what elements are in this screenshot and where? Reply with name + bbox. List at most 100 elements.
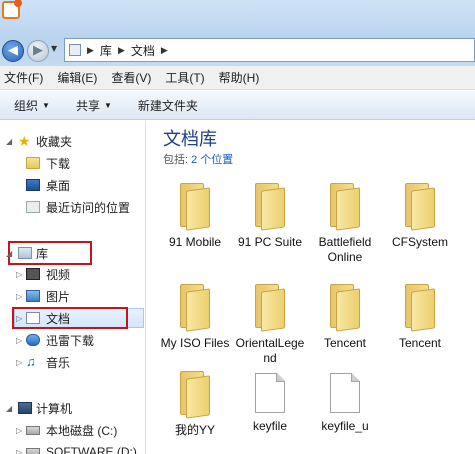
recent-places-icon — [26, 201, 40, 213]
menu-view[interactable]: 查看(V) — [111, 69, 151, 86]
folder-item-91-mobile[interactable]: 91 Mobile — [159, 183, 231, 250]
downloads-folder-icon — [26, 157, 40, 169]
item-label: Tencent — [323, 336, 367, 350]
folder-icon — [176, 183, 214, 231]
new-folder-button[interactable]: 新建文件夹 — [138, 97, 198, 114]
sidebar-item-software[interactable]: ▷ SOFTWARE (D:) — [0, 442, 146, 454]
new-folder-label: 新建文件夹 — [137, 98, 198, 113]
expand-arrow-icon[interactable]: ▷ — [16, 314, 22, 323]
sidebar-item-label: 库 — [36, 246, 49, 261]
includes-label: 包括: — [163, 154, 189, 166]
collapse-arrow-icon[interactable]: ◢ — [6, 249, 12, 258]
folder-item-my-yy[interactable]: 我的YY — [159, 371, 231, 438]
back-button[interactable]: ◀ — [2, 40, 24, 62]
breadcrumb-documents[interactable]: 文档 — [131, 42, 155, 59]
folder-item-tencent[interactable]: Tencent — [309, 284, 381, 351]
collapse-arrow-icon[interactable]: ◢ — [6, 137, 12, 146]
sidebar-item-label: 音乐 — [46, 355, 71, 370]
video-icon — [26, 268, 40, 280]
sidebar-item-label: 视频 — [46, 267, 71, 282]
star-icon: ★ — [18, 133, 31, 149]
address-bar[interactable]: ▶ 库 ▶ 文档 ▶ — [64, 38, 475, 62]
sidebar-item-label: 收藏夹 — [36, 134, 73, 149]
sidebar-item-xunlei[interactable]: ▷ 迅雷下载 — [0, 330, 146, 350]
expand-arrow-icon[interactable]: ▷ — [16, 292, 22, 301]
content-pane: 文档库 包括: 2 个位置 91 Mobile 91 PC Suite Batt… — [147, 121, 475, 454]
chevron-right-icon[interactable]: ▶ — [118, 45, 125, 56]
drive-icon — [26, 448, 40, 454]
sidebar-item-label: SOFTWARE (D:) — [46, 445, 137, 454]
pictures-icon — [26, 290, 40, 302]
sidebar-item-local-disk[interactable]: ▷ 本地磁盘 (C:) — [0, 420, 146, 440]
share-label: 共享 — [75, 98, 100, 113]
command-bar: 组织 ▼ 共享 ▼ 新建文件夹 — [0, 91, 475, 120]
collapse-arrow-icon[interactable]: ◢ — [6, 404, 12, 413]
chevron-right-icon[interactable]: ▶ — [161, 45, 168, 56]
sidebar-item-label: 桌面 — [46, 178, 71, 193]
expand-arrow-icon[interactable]: ▷ — [16, 426, 22, 435]
sidebar-item-favorites[interactable]: ◢ ★ 收藏夹 — [0, 131, 146, 151]
item-label: keyfile — [252, 419, 287, 433]
sidebar-item-documents[interactable]: ▷ 文档 — [0, 308, 146, 328]
folder-icon — [401, 183, 439, 231]
folder-item-orientallegend[interactable]: OrientalLegend — [234, 284, 306, 366]
recent-pages-dropdown-icon[interactable]: ▼ — [51, 44, 57, 53]
sidebar-item-label: 计算机 — [36, 401, 73, 416]
folder-item-91-pc-suite[interactable]: 91 PC Suite — [234, 183, 306, 250]
folder-item-tencent[interactable]: Tencent — [384, 284, 456, 351]
sidebar-item-desktop[interactable]: 桌面 — [0, 175, 146, 195]
folder-icon — [176, 371, 214, 419]
desktop-icon — [26, 179, 40, 191]
sidebar-item-recent[interactable]: 最近访问的位置 — [0, 197, 146, 217]
expand-arrow-icon[interactable]: ▷ — [16, 336, 22, 345]
page-title: 文档库 — [163, 129, 217, 149]
folder-item-my-iso-files[interactable]: My ISO Files — [159, 284, 231, 351]
folder-item-cfsystem[interactable]: CFSystem — [384, 183, 456, 250]
sidebar-item-music[interactable]: ▷ ♫ 音乐 — [0, 352, 146, 372]
folder-icon — [326, 183, 364, 231]
menu-help[interactable]: 帮助(H) — [219, 69, 260, 86]
menu-tools[interactable]: 工具(T) — [165, 69, 204, 86]
drive-icon — [26, 426, 40, 435]
navigation-pane: ◢ ★ 收藏夹 下载 桌面 最近访问的位置 ◢ 库 ▷ 视频 ▷ 图片 ▷ 文档… — [0, 121, 146, 454]
menu-file[interactable]: 文件(F) — [4, 69, 43, 86]
chevron-down-icon: ▼ — [42, 100, 50, 110]
window-titlebar: ◀ ▶ ▼ ▶ 库 ▶ 文档 ▶ — [0, 0, 475, 66]
item-label: 91 PC Suite — [237, 235, 303, 249]
expand-arrow-icon[interactable]: ▷ — [16, 448, 22, 454]
sidebar-item-label: 下载 — [46, 156, 71, 171]
item-label: Battlefield Online — [318, 235, 372, 264]
forward-button[interactable]: ▶ — [27, 40, 49, 62]
sidebar-item-computer[interactable]: ◢ 计算机 — [0, 398, 146, 418]
file-icon — [330, 373, 360, 413]
menu-bar: 文件(F) 编辑(E) 查看(V) 工具(T) 帮助(H) — [0, 66, 475, 90]
sidebar-item-pictures[interactable]: ▷ 图片 — [0, 286, 146, 306]
folder-item-battlefield-online[interactable]: Battlefield Online — [309, 183, 381, 265]
sidebar-item-label: 最近访问的位置 — [46, 200, 131, 215]
folder-icon — [176, 284, 214, 332]
includes-locations-link[interactable]: 2 个位置 — [191, 154, 233, 166]
file-item-keyfile[interactable]: keyfile — [234, 373, 306, 434]
music-icon: ♫ — [26, 354, 36, 369]
expand-arrow-icon[interactable]: ▷ — [16, 358, 22, 367]
item-label: My ISO Files — [160, 336, 230, 350]
breadcrumb-library[interactable]: 库 — [100, 42, 112, 59]
organize-label: 组织 — [14, 98, 39, 113]
sidebar-item-downloads[interactable]: 下载 — [0, 153, 146, 173]
item-label: 我的YY — [174, 423, 215, 437]
file-item-keyfile-u[interactable]: keyfile_u — [309, 373, 381, 434]
app-icon[interactable] — [2, 0, 22, 19]
share-button[interactable]: 共享 ▼ — [76, 97, 112, 114]
item-label: OrientalLegend — [235, 336, 305, 365]
document-icon — [26, 312, 40, 324]
item-label: Tencent — [398, 336, 442, 350]
folder-icon — [251, 183, 289, 231]
folder-icon — [326, 284, 364, 332]
chevron-right-icon[interactable]: ▶ — [87, 45, 94, 56]
sidebar-item-videos[interactable]: ▷ 视频 — [0, 264, 146, 284]
menu-edit[interactable]: 编辑(E) — [57, 69, 97, 86]
expand-arrow-icon[interactable]: ▷ — [16, 270, 22, 279]
organize-button[interactable]: 组织 ▼ — [14, 97, 50, 114]
sidebar-item-library[interactable]: ◢ 库 — [0, 243, 146, 263]
library-icon — [18, 247, 32, 259]
